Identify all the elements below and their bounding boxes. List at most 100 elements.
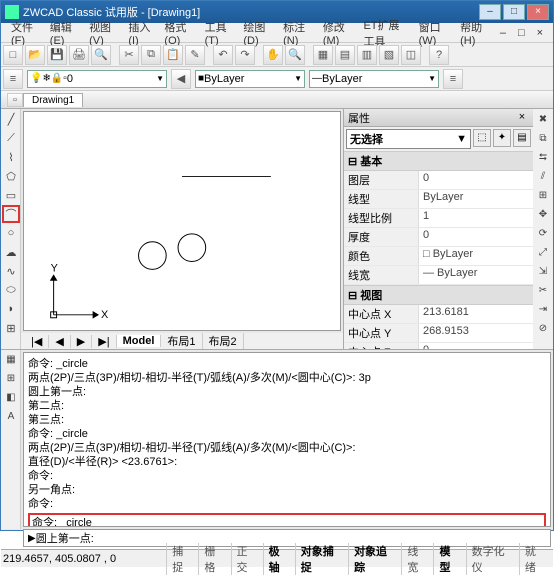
props-selector[interactable]: 无选择▼ [346,129,471,149]
menu-modify[interactable]: 修改(M) [317,19,358,47]
maximize-button[interactable]: □ [503,4,525,20]
tab-layout2[interactable]: 布局2 [203,333,244,349]
tb-a-icon[interactable]: ▦ [313,45,333,65]
ellipsearc-icon[interactable]: ◗ [2,300,20,318]
menu-file[interactable]: 文件(F) [5,19,44,47]
prop-row[interactable]: 图层0 [344,171,533,190]
circle-icon[interactable]: ○ [2,224,20,242]
prop-row[interactable]: 厚度0 [344,228,533,247]
xline-icon[interactable]: ⟋ [2,129,20,147]
scale-icon[interactable]: ⤢ [534,243,552,261]
layer-combo[interactable]: 💡❄🔒▫ 0▼ [27,70,167,88]
tb-c-icon[interactable]: ▥ [357,45,377,65]
menu-view[interactable]: 视图(V) [83,19,122,47]
tab-nav-prev[interactable]: ◀ [49,335,70,348]
help-icon[interactable]: ? [429,45,449,65]
aux3-icon[interactable]: ◧ [2,389,20,407]
mdi-max[interactable]: □ [512,27,531,39]
break-icon[interactable]: ⊘ [534,319,552,337]
tab-nav-next[interactable]: ▶ [71,335,92,348]
pline-icon[interactable]: ⌇ [2,148,20,166]
sb-digi[interactable]: 数字化仪 [466,543,519,575]
prop-row[interactable]: 中心点 X213.6181 [344,305,533,324]
copy2-icon[interactable]: ⧉ [534,129,552,147]
menu-insert[interactable]: 插入(I) [122,19,158,47]
menu-dim[interactable]: 标注(N) [277,19,317,47]
extend-icon[interactable]: ⇥ [534,300,552,318]
props-tog-icon[interactable]: ▤ [513,129,531,147]
sb-model[interactable]: 模型 [433,543,465,575]
props-close-icon[interactable]: × [515,111,529,125]
sb-ortho[interactable]: 正交 [231,543,263,575]
props-pick-icon[interactable]: ⬚ [473,129,491,147]
menu-window[interactable]: 窗口(W) [413,19,455,47]
revcloud-icon[interactable]: ☁ [2,243,20,261]
match-icon[interactable]: ✎ [185,45,205,65]
tab-model[interactable]: Model [117,335,162,347]
sb-polar[interactable]: 极轴 [263,543,295,575]
prop-cat[interactable]: 视图 [344,285,533,305]
color-combo[interactable]: ■ ByLayer▼ [195,70,305,88]
arc-icon[interactable]: ⌒ [2,205,20,223]
offset-icon[interactable]: ⫽ [534,167,552,185]
array-icon[interactable]: ⊞ [534,186,552,204]
menu-edit[interactable]: 编辑(E) [44,19,83,47]
ellipse-icon[interactable]: ⬭ [2,281,20,299]
preview-icon[interactable]: 🔍 [91,45,111,65]
polygon-icon[interactable]: ⬠ [2,167,20,185]
sb-grid[interactable]: 栅格 [198,543,230,575]
redo-icon[interactable]: ↷ [235,45,255,65]
paste-icon[interactable]: 📋 [163,45,183,65]
line-icon[interactable]: ╱ [2,110,20,128]
prop-row[interactable]: 线型比例1 [344,209,533,228]
undo-icon[interactable]: ↶ [213,45,233,65]
prop-cat[interactable]: 基本 [344,151,533,171]
aux4-icon[interactable]: A [2,408,20,426]
close-button[interactable]: × [527,4,549,20]
props-qs-icon[interactable]: ✦ [493,129,511,147]
copy-icon[interactable]: ⧉ [141,45,161,65]
stretch-icon[interactable]: ⇲ [534,262,552,280]
tab-layout1[interactable]: 布局1 [161,333,202,349]
trim-icon[interactable]: ✂ [534,281,552,299]
layer-prev-icon[interactable]: ◀ [171,69,191,89]
spline-icon[interactable]: ∿ [2,262,20,280]
tab-drawing1[interactable]: Drawing1 [23,93,83,107]
drawing-canvas[interactable]: X Y [23,111,341,331]
menu-tools[interactable]: 工具(T) [199,19,238,47]
erase-icon[interactable]: ✖ [534,110,552,128]
aux1-icon[interactable]: ▦ [2,351,20,369]
pan-icon[interactable]: ✋ [263,45,283,65]
mdi-min[interactable]: – [494,27,512,39]
sb-lw[interactable]: 线宽 [401,543,433,575]
open-icon[interactable]: 📂 [25,45,45,65]
rect-icon[interactable]: ▭ [2,186,20,204]
tb-e-icon[interactable]: ◫ [401,45,421,65]
command-history[interactable]: 命令: _circle 两点(2P)/三点(3P)/相切-相切-半径(T)/弧线… [23,352,551,527]
prop-row[interactable]: 线宽— ByLayer [344,266,533,285]
cut-icon[interactable]: ✂ [119,45,139,65]
linetype-combo[interactable]: — ByLayer▼ [309,70,439,88]
layer-mgr-icon[interactable]: ≡ [3,69,23,89]
sb-snap[interactable]: 捕捉 [166,543,198,575]
zoom-icon[interactable]: 🔍 [285,45,305,65]
prop-row[interactable]: 线型ByLayer [344,190,533,209]
prop-row[interactable]: 颜色□ ByLayer [344,247,533,266]
tab-nav-first[interactable]: |◀ [25,335,49,348]
aux2-icon[interactable]: ⊞ [2,370,20,388]
tab-nav-last[interactable]: ▶| [92,335,116,348]
prop-row[interactable]: 中心点 Y268.9153 [344,324,533,343]
props-grid[interactable]: 基本图层0线型ByLayer线型比例1厚度0颜色□ ByLayer线宽— ByL… [344,151,533,349]
save-icon[interactable]: 💾 [47,45,67,65]
tb-d-icon[interactable]: ▧ [379,45,399,65]
menu-help[interactable]: 帮助(H) [454,19,494,47]
lw-icon[interactable]: ≡ [443,69,463,89]
menu-draw[interactable]: 绘图(D) [237,19,277,47]
new-icon[interactable]: □ [3,45,23,65]
rotate-icon[interactable]: ⟳ [534,224,552,242]
mirror-icon[interactable]: ⮀ [534,148,552,166]
sb-otrack[interactable]: 对象追踪 [348,543,401,575]
sb-osnap[interactable]: 对象捕捉 [295,543,348,575]
prop-row[interactable]: 中心点 Z0 [344,343,533,349]
tb-b-icon[interactable]: ▤ [335,45,355,65]
